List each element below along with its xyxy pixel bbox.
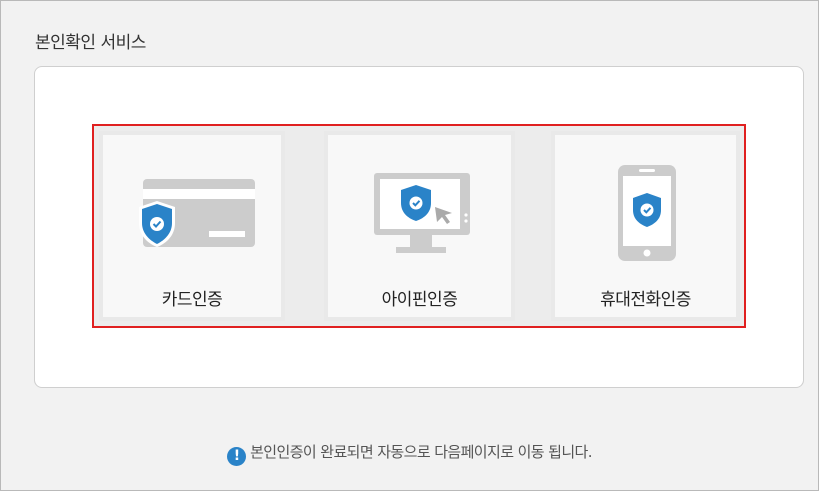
ipin-auth-label: 아이핀인증 xyxy=(381,290,458,310)
card-auth-label: 카드인증 xyxy=(161,290,223,310)
monitor-shield-icon xyxy=(374,173,470,253)
redirect-notice-text: 본인인증이 완료되면 자동으로 다음페이지로 이동 됩니다. xyxy=(250,443,592,461)
phone-auth-label: 휴대전화인증 xyxy=(600,290,691,310)
credit-card-shield-icon xyxy=(139,179,255,247)
redirect-notice: ! 본인인증이 완료되면 자동으로 다음페이지로 이동 됩니다. xyxy=(0,441,819,466)
section-title: 본인확인 서비스 xyxy=(35,33,146,53)
smartphone-shield-icon xyxy=(618,165,676,261)
info-icon: ! xyxy=(227,447,247,466)
phone-auth-option[interactable]: 휴대전화인증 xyxy=(551,131,740,321)
ipin-auth-option[interactable]: 아이핀인증 xyxy=(324,131,515,321)
card-auth-option[interactable]: 카드인증 xyxy=(99,131,285,321)
